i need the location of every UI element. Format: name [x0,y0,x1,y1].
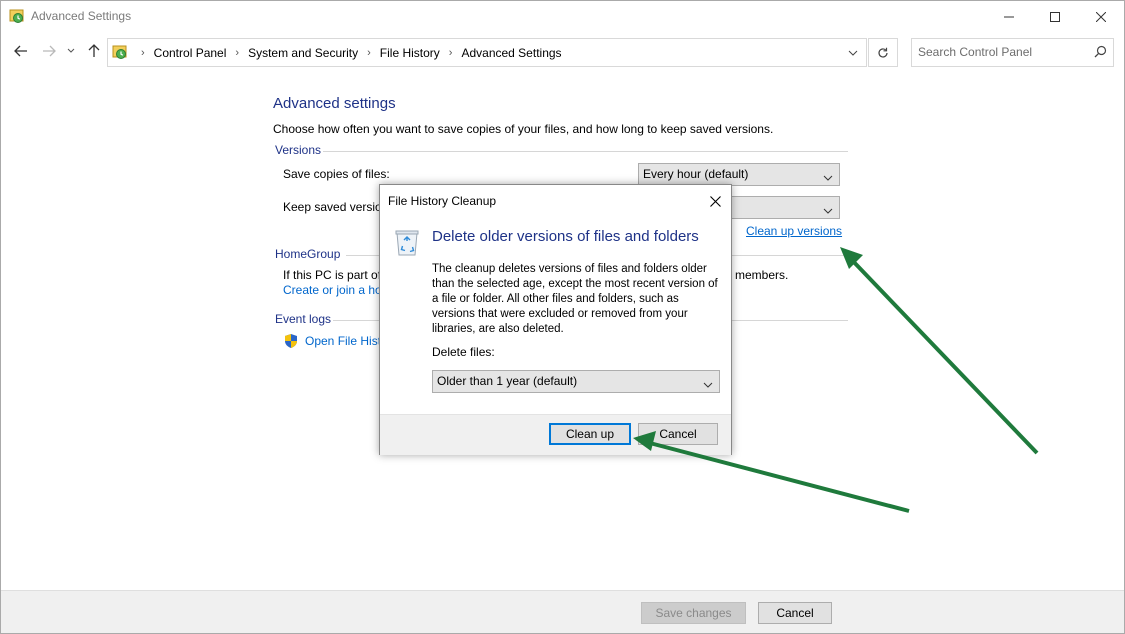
save-copies-label: Save copies of files: [283,167,390,181]
breadcrumb-control-panel[interactable]: Control Panel [154,46,227,60]
chevron-right-icon[interactable]: › [141,47,145,59]
chevron-down-icon [823,170,833,184]
delete-files-label: Delete files: [432,345,495,359]
save-changes-button[interactable]: Save changes [641,602,746,624]
delete-files-value: Older than 1 year (default) [437,374,578,388]
address-bar[interactable]: › Control Panel › System and Security › … [107,38,867,67]
chevron-down-icon [703,377,713,391]
address-history-chevron-icon[interactable] [840,39,866,66]
footer-bar [1,590,1124,633]
back-button[interactable] [11,41,31,61]
dialog-title: File History Cleanup [388,194,497,208]
file-history-icon [9,8,25,24]
clean-up-versions-link[interactable]: Clean up versions [746,224,842,238]
breadcrumb-system-and-security[interactable]: System and Security [248,46,358,60]
file-history-cleanup-dialog: File History Cleanup Delete older versio… [379,184,732,455]
breadcrumb-file-history[interactable]: File History [380,46,440,60]
homegroup-text: If this PC is part of [283,268,382,282]
delete-files-select[interactable]: Older than 1 year (default) [432,370,720,393]
open-file-history-event-logs-link[interactable]: Open File Hist [305,334,381,348]
clean-up-button[interactable]: Clean up [549,423,631,445]
search-icon[interactable] [1094,45,1107,61]
search-box[interactable] [911,38,1114,67]
file-history-icon [112,44,128,60]
page-description: Choose how often you want to save copies… [273,122,774,136]
dialog-close-button[interactable] [705,191,725,211]
event-logs-section-title: Event logs [275,312,332,326]
annotation-arrow-to-clean-up-versions [840,247,1039,455]
maximize-button[interactable] [1032,1,1078,32]
dialog-cancel-button[interactable]: Cancel [638,423,718,445]
save-copies-value: Every hour (default) [643,167,749,181]
minimize-button[interactable] [986,1,1032,32]
up-button[interactable] [84,41,104,61]
uac-shield-icon [283,333,299,352]
close-button[interactable] [1078,1,1124,32]
breadcrumb: › Control Panel › System and Security › … [132,39,562,66]
page-title: Advanced settings [273,95,396,112]
versions-section-title: Versions [275,143,322,157]
dialog-description: The cleanup deletes versions of files an… [432,263,718,335]
refresh-button[interactable] [868,38,898,67]
cancel-button[interactable]: Cancel [758,602,832,624]
dialog-heading: Delete older versions of files and folde… [432,228,699,245]
recycle-bin-icon [394,227,420,257]
control-panel-window: Advanced Settings › Control Panel › Syst… [0,0,1125,634]
title-bar: Advanced Settings [1,1,1124,32]
chevron-down-icon [823,203,833,217]
homegroup-section-title: HomeGroup [275,247,341,261]
homegroup-text-tail: members. [735,268,789,282]
chevron-right-icon[interactable]: › [367,47,371,59]
window-title: Advanced Settings [31,9,132,23]
create-join-homegroup-link[interactable]: Create or join a ho [283,283,382,297]
recent-locations-chevron-icon[interactable] [64,41,78,61]
section-divider [323,151,848,152]
chevron-right-icon[interactable]: › [235,47,239,59]
save-copies-select[interactable]: Every hour (default) [638,163,840,186]
breadcrumb-advanced-settings[interactable]: Advanced Settings [461,46,561,60]
search-input[interactable] [918,44,1078,60]
forward-button[interactable] [39,41,59,61]
chevron-right-icon[interactable]: › [449,47,453,59]
